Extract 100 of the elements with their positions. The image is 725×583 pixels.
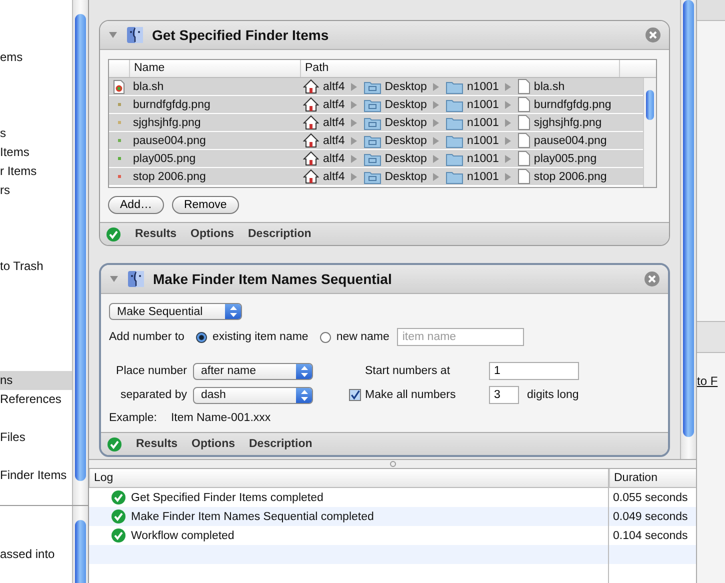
chevron-icon bbox=[350, 154, 357, 162]
path-label: sjghsjhfg.png bbox=[534, 116, 602, 128]
file-row[interactable]: stop 2006.png altf4 Desktop n1001 stop 2006.png bbox=[109, 168, 643, 186]
scrollbar[interactable] bbox=[643, 78, 656, 187]
log-message: Workflow completed bbox=[131, 530, 234, 542]
footer-tab[interactable]: Options bbox=[176, 228, 234, 240]
stepper-icon bbox=[225, 304, 241, 319]
column-header[interactable]: Log bbox=[89, 469, 609, 487]
chevron-icon bbox=[504, 82, 511, 90]
chevron-icon bbox=[432, 82, 439, 90]
path-label: pause004.png bbox=[534, 134, 607, 146]
footer-tab[interactable]: Results bbox=[122, 438, 178, 450]
link[interactable]: to F bbox=[697, 374, 718, 388]
place-number-popup[interactable]: after name bbox=[193, 362, 313, 380]
success-check-icon bbox=[107, 436, 122, 452]
stepper-icon bbox=[296, 364, 312, 378]
sidebar-item[interactable]: ns bbox=[0, 371, 72, 390]
sidebar-item[interactable]: ems bbox=[0, 48, 72, 67]
chevron-icon bbox=[504, 172, 511, 180]
file-name: bla.sh bbox=[132, 80, 165, 92]
close-icon[interactable] bbox=[644, 271, 660, 287]
file-row[interactable]: bla.sh altf4 Desktop n1001 bla.sh bbox=[109, 78, 643, 96]
path-label: stop 2006.png bbox=[534, 170, 607, 182]
example-text: Item Name-001.xxx bbox=[170, 412, 271, 424]
path-label: play005.png bbox=[534, 152, 597, 164]
path-label: n1001 bbox=[466, 134, 499, 146]
path-label: Desktop bbox=[384, 170, 427, 182]
path-label: altf4 bbox=[323, 170, 345, 182]
desktop-folder-icon bbox=[364, 170, 381, 184]
column-header[interactable]: Name bbox=[129, 60, 300, 77]
sidebar-item[interactable]: r Items bbox=[0, 162, 72, 181]
home-icon bbox=[303, 79, 319, 94]
sidebar-item[interactable]: rs bbox=[0, 181, 72, 200]
document-icon bbox=[518, 79, 530, 94]
digits-field[interactable]: 3 bbox=[489, 386, 519, 404]
footer-tab[interactable]: Description bbox=[235, 438, 312, 450]
action-button[interactable]: Remove bbox=[172, 196, 239, 214]
sidebar-item[interactable]: Finder Items bbox=[0, 466, 72, 485]
disclosure-triangle-icon[interactable] bbox=[108, 30, 118, 40]
sidebar-item[interactable]: to Trash bbox=[0, 257, 72, 276]
file-row[interactable]: sjghsjhfg.png altf4 Desktop n1001 sjghsjhfg.png bbox=[109, 114, 643, 132]
path-label: Desktop bbox=[384, 98, 427, 110]
disclosure-triangle-icon[interactable] bbox=[109, 274, 119, 284]
finder-face-icon bbox=[127, 270, 145, 288]
footer-tab[interactable]: Results bbox=[121, 228, 177, 240]
file-name: play005.png bbox=[132, 152, 197, 164]
chevron-icon bbox=[432, 172, 439, 180]
footer-tab[interactable]: Description bbox=[234, 228, 312, 240]
column-header[interactable]: Path bbox=[300, 60, 619, 77]
chevron-icon bbox=[504, 136, 511, 144]
scrollbar[interactable] bbox=[680, 0, 696, 460]
header-strip bbox=[697, 0, 725, 21]
chevron-icon bbox=[350, 172, 357, 180]
scrollbar[interactable] bbox=[72, 0, 88, 505]
file-name: sjghsjhfg.png bbox=[132, 116, 202, 128]
checkbox[interactable] bbox=[349, 389, 361, 401]
start-number-field[interactable]: 1 bbox=[489, 362, 579, 380]
document-icon bbox=[518, 133, 530, 148]
chevron-icon bbox=[504, 100, 511, 108]
path-label: n1001 bbox=[466, 152, 499, 164]
sidebar-item[interactable]: Files bbox=[0, 428, 72, 447]
new-name-field[interactable]: item name bbox=[397, 328, 524, 346]
sidebar-item[interactable]: s bbox=[0, 124, 72, 143]
sidebar-item[interactable]: Items bbox=[0, 143, 72, 162]
document-icon bbox=[518, 151, 530, 166]
desktop-folder-icon bbox=[364, 98, 381, 112]
path-label: altf4 bbox=[323, 116, 345, 128]
sidebar-item[interactable]: References bbox=[0, 390, 72, 409]
close-icon[interactable] bbox=[645, 27, 661, 43]
mode-popup[interactable]: Make Sequential bbox=[109, 303, 242, 320]
radio-option[interactable]: new name bbox=[320, 331, 390, 343]
desktop-folder-icon bbox=[364, 116, 381, 130]
log-duration: 0.055 seconds bbox=[612, 490, 689, 506]
field-label: Add number to bbox=[109, 331, 184, 343]
home-icon bbox=[303, 151, 319, 166]
home-icon bbox=[303, 169, 319, 184]
scrollbar[interactable] bbox=[72, 506, 88, 583]
file-row[interactable]: play005.png altf4 Desktop n1001 play005.png bbox=[109, 150, 643, 168]
footer-tab[interactable]: Options bbox=[178, 438, 235, 450]
description-text: assed into bbox=[0, 547, 55, 561]
stepper-icon bbox=[296, 388, 312, 402]
log-message: Get Specified Finder Items completed bbox=[131, 492, 324, 504]
desktop-folder-icon bbox=[364, 134, 381, 148]
file-name: stop 2006.png bbox=[132, 170, 207, 182]
log-duration: 0.104 seconds bbox=[612, 528, 689, 544]
chevron-icon bbox=[350, 82, 357, 90]
separator-popup[interactable]: dash bbox=[193, 386, 313, 404]
field-label: Place number bbox=[115, 365, 187, 377]
desktop-folder-icon bbox=[364, 152, 381, 166]
radio-option[interactable]: existing item name bbox=[196, 331, 308, 343]
log-duration: 0.049 seconds bbox=[612, 510, 689, 524]
path-label: bla.sh bbox=[534, 80, 565, 92]
path-label: Desktop bbox=[384, 80, 427, 92]
file-row[interactable]: pause004.png altf4 Desktop n1001 pause004.png bbox=[109, 132, 643, 150]
file-row[interactable]: burndfgfdg.png altf4 Desktop n1001 burndfgfdg.png bbox=[109, 96, 643, 114]
path-label: Desktop bbox=[384, 116, 427, 128]
path-label: Desktop bbox=[384, 134, 427, 146]
action-button[interactable]: Add… bbox=[108, 196, 164, 214]
success-check-icon bbox=[106, 226, 121, 242]
success-check-icon bbox=[111, 490, 126, 505]
